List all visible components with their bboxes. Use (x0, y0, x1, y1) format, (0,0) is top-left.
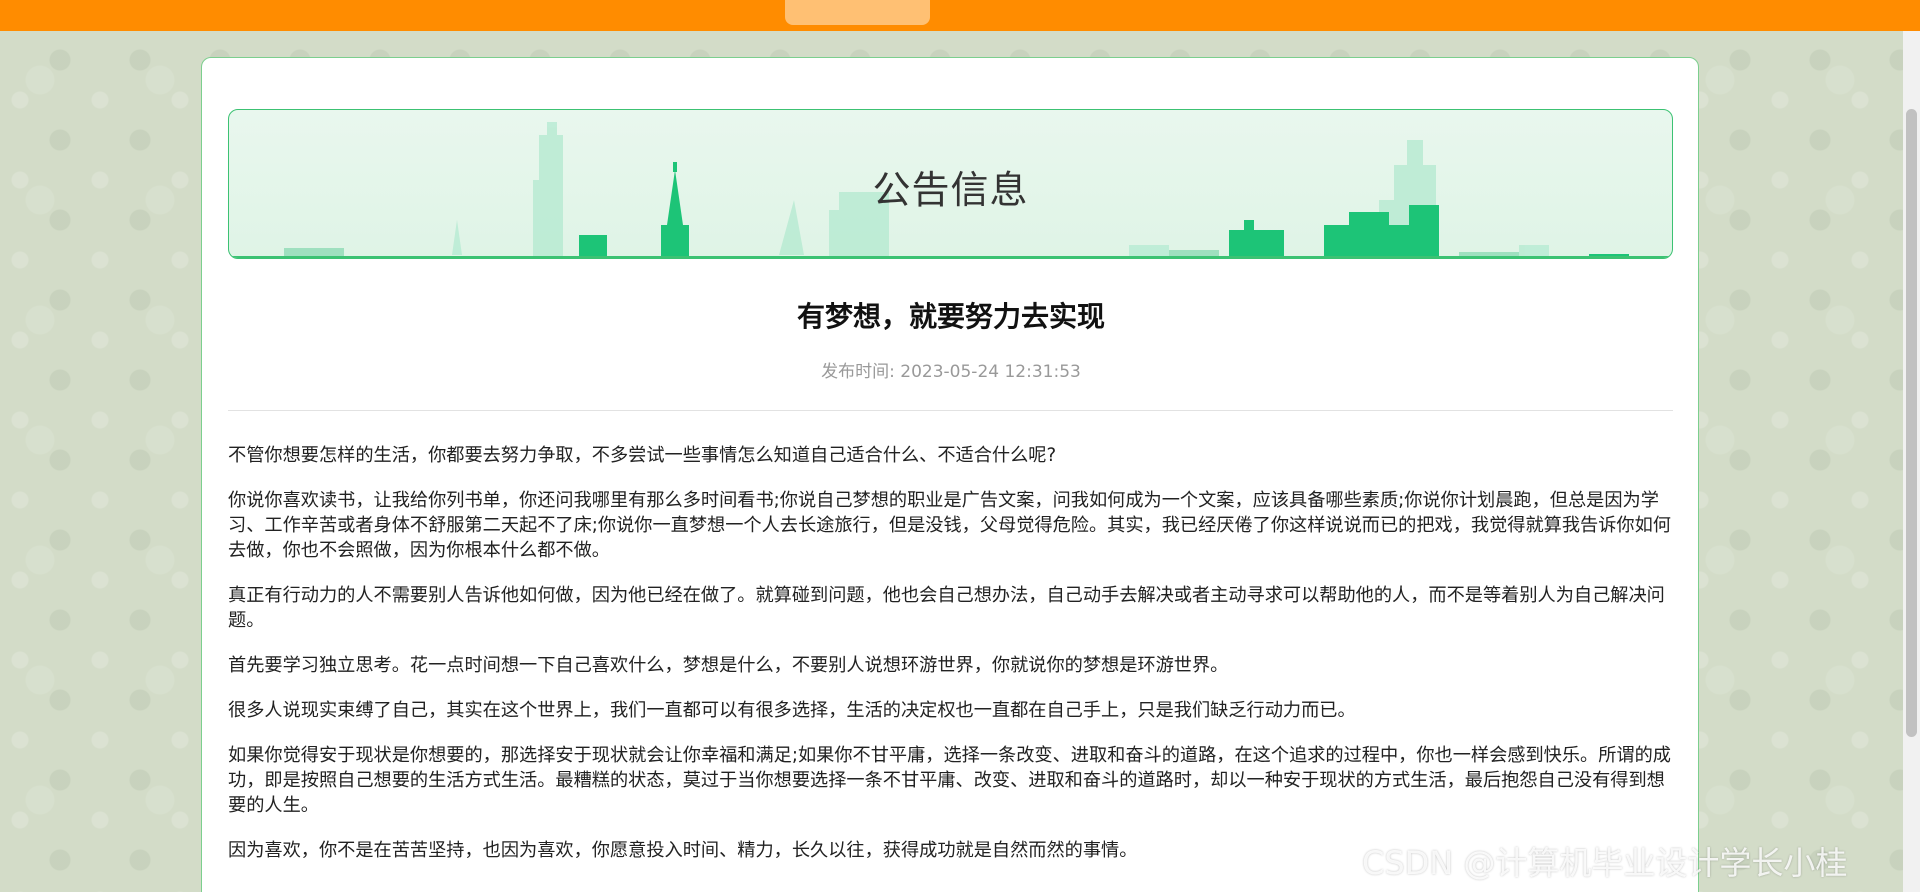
publish-time-value: 2023-05-24 12:31:53 (900, 362, 1081, 382)
article-content: 不管你想要怎样的生活，你都要去努力争取，不多尝试一些事情怎么知道自己适合什么、不… (228, 443, 1673, 883)
page-scrollbar[interactable] (1903, 31, 1920, 892)
announcement-card: 公告信息 有梦想，就要努力去实现 发布时间: 2023-05-24 12:31:… (201, 57, 1699, 892)
paragraph: 你说你喜欢读书，让我给你列书单，你还问我哪里有那么多时间看书;你说自己梦想的职业… (228, 490, 1671, 561)
paragraph: 首先要学习独立思考。花一点时间想一下自己喜欢什么，梦想是什么，不要别人说想环游世… (228, 655, 1229, 676)
article-title: 有梦想，就要努力去实现 (796, 300, 1105, 333)
paragraph: 不管你想要怎样的生活，你都要去努力争取，不多尝试一些事情怎么知道自己适合什么、不… (228, 445, 1057, 466)
paragraph: 真正有行动力的人不需要别人告诉他如何做，因为他已经在做了。就算碰到问题，他也会自… (228, 585, 1665, 631)
publish-time: 发布时间: 2023-05-24 12:31:53 (202, 357, 1700, 382)
banner-title: 公告信息 (872, 168, 1029, 212)
paragraph: 如果你觉得安于现状是你想要的，那选择安于现状就会让你幸福和满足;如果你不甘平庸，… (228, 745, 1671, 816)
nav-item-active[interactable] (785, 0, 930, 25)
announcement-banner: 公告信息 (228, 109, 1673, 259)
csdn-watermark: CSDN @计算机毕业设计学长小桂 (1362, 844, 1848, 882)
paragraph: 很多人说现实束缚了自己，其实在这个世界上，我们一直都可以有很多选择，生活的决定权… (228, 700, 1356, 721)
top-navigation-bar (0, 0, 1920, 31)
divider (228, 410, 1673, 411)
publish-time-label: 发布时间: (821, 362, 895, 382)
scrollbar-thumb[interactable] (1906, 109, 1917, 737)
